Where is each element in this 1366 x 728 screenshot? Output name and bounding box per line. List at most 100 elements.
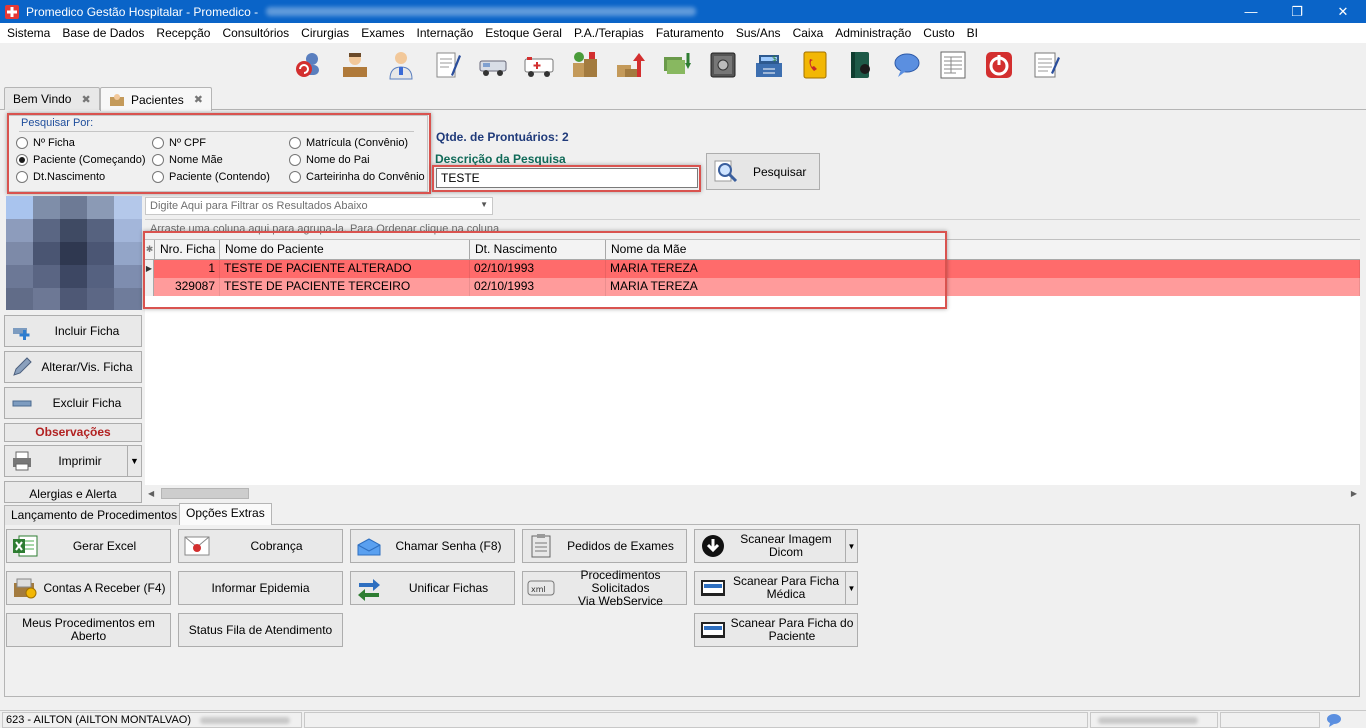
col-nro-ficha[interactable]: Nro. Ficha — [155, 240, 220, 260]
minimize-button[interactable]: — — [1228, 0, 1274, 23]
col-dt-nascimento[interactable]: Dt. Nascimento — [470, 240, 606, 260]
users-icon[interactable] — [293, 49, 325, 81]
informar-epidemia-button[interactable]: Informar Epidemia — [178, 571, 343, 605]
menu-sus-ans[interactable]: Sus/Ans — [731, 23, 788, 43]
title-blurred-info — [266, 7, 697, 16]
tab-opcoes-extras[interactable]: Opções Extras — [179, 503, 272, 525]
radio-nro-ficha[interactable]: Nº Ficha — [16, 137, 75, 149]
maximize-button[interactable]: ❐ — [1274, 0, 1320, 23]
scanear-ficha-paciente-button[interactable]: Scanear Para Ficha do Paciente — [694, 613, 858, 647]
button-label: Cobrança — [250, 538, 303, 553]
button-label: Imprimir — [58, 454, 102, 468]
scroll-thumb[interactable] — [161, 488, 249, 499]
scroll-left-icon[interactable]: ◀ — [148, 487, 154, 501]
menu-sistema[interactable]: Sistema — [2, 23, 57, 43]
button-label-line2: Paciente — [768, 629, 816, 643]
tab-pacientes[interactable]: Pacientes ✖ — [100, 87, 212, 111]
dropdown-arrow[interactable]: ▼ — [845, 572, 857, 604]
col-nome-paciente[interactable]: Nome do Paciente — [220, 240, 470, 260]
menu-consultorios[interactable]: Consultórios — [217, 23, 296, 43]
radio-nome-mae[interactable]: Nome Mãe — [152, 154, 223, 166]
pharmacy-boxes-icon[interactable] — [569, 49, 601, 81]
scanear-dicom-button[interactable]: Scanear Imagem Dicom ▼ — [694, 529, 858, 563]
search-by-group: Pesquisar Por: Nº Ficha Paciente (Começa… — [8, 115, 428, 192]
pedidos-exames-button[interactable]: Pedidos de Exames — [522, 529, 687, 563]
ambulance-car-icon[interactable] — [477, 49, 509, 81]
incluir-ficha-button[interactable]: Incluir Ficha — [4, 315, 142, 347]
table-row[interactable]: ▶ 1 TESTE DE PACIENTE ALTERADO 02/10/199… — [145, 260, 1360, 278]
alergias-alerta-button[interactable]: Alergias e Alerta — [4, 481, 142, 503]
doctor-icon[interactable] — [385, 49, 417, 81]
procedimentos-webservice-button[interactable]: xml Procedimentos Solicitados Via WebServ… — [522, 568, 687, 607]
close-tab-icon[interactable]: ✖ — [81, 93, 90, 106]
search-button[interactable]: Pesquisar — [706, 153, 820, 190]
group-by-hint: Arraste uma coluna aqui para agrupa-la. … — [150, 223, 500, 235]
menu-recepcao[interactable]: Recepção — [151, 23, 217, 43]
gerar-excel-button[interactable]: Gerar Excel — [6, 529, 171, 563]
book-icon[interactable] — [845, 49, 877, 81]
pen-document-icon[interactable] — [431, 49, 463, 81]
radio-paciente-comecando[interactable]: Paciente (Começando) — [16, 154, 146, 166]
svg-text:$: $ — [772, 54, 777, 63]
radio-cpf[interactable]: Nº CPF — [152, 137, 206, 149]
cash-register-icon[interactable]: $ — [753, 49, 785, 81]
search-input[interactable] — [436, 168, 698, 188]
menu-administracao[interactable]: Administração — [830, 23, 918, 43]
close-button[interactable]: ✕ — [1320, 0, 1366, 23]
menu-exames[interactable]: Exames — [356, 23, 411, 43]
stock-arrow-icon[interactable] — [615, 49, 647, 81]
unificar-fichas-button[interactable]: Unificar Fichas — [350, 571, 515, 605]
excluir-ficha-button[interactable]: Excluir Ficha — [4, 387, 142, 419]
contas-receber-button[interactable]: Contas A Receber (F4) — [6, 571, 171, 605]
scroll-right-icon[interactable]: ▶ — [1351, 487, 1357, 501]
button-label: Gerar Excel — [72, 538, 137, 553]
power-icon[interactable] — [983, 49, 1015, 81]
tab-label: Bem Vindo — [13, 92, 72, 106]
close-tab-icon[interactable]: ✖ — [194, 93, 203, 106]
tab-lancamento-procedimentos[interactable]: Lançamento de Procedimentos — [4, 505, 185, 525]
dropdown-arrow[interactable]: ▼ — [845, 530, 857, 562]
menu-bi[interactable]: BI — [962, 23, 985, 43]
menu-pa-terapias[interactable]: P.A./Terapias — [569, 23, 651, 43]
scanear-ficha-medica-button[interactable]: Scanear Para Ficha Médica ▼ — [694, 571, 858, 605]
alterar-ficha-button[interactable]: Alterar/Vis. Ficha — [4, 351, 142, 383]
download-money-icon[interactable] — [661, 49, 693, 81]
status-fila-button[interactable]: Status Fila de Atendimento — [178, 613, 343, 647]
menu-cirurgias[interactable]: Cirurgias — [296, 23, 356, 43]
notepad-icon[interactable] — [1029, 49, 1061, 81]
filter-results-combo[interactable]: Digite Aqui para Filtrar os Resultados A… — [145, 197, 493, 215]
menu-custo[interactable]: Custo — [918, 23, 961, 43]
button-label: Meus Procedimentos em Aberto — [22, 616, 155, 643]
chat-bubble-icon[interactable] — [891, 49, 923, 81]
chamar-senha-button[interactable]: Chamar Senha (F8) — [350, 529, 515, 563]
phone-book-icon[interactable] — [799, 49, 831, 81]
status-blurred-info — [200, 716, 291, 724]
menu-faturamento[interactable]: Faturamento — [651, 23, 731, 43]
form-icon[interactable] — [937, 49, 969, 81]
scanner-icon — [701, 622, 725, 638]
chat-status-icon[interactable] — [1326, 713, 1342, 727]
table-row[interactable]: 329087 TESTE DE PACIENTE TERCEIRO 02/10/… — [145, 278, 1360, 296]
menu-caixa[interactable]: Caixa — [788, 23, 831, 43]
observacoes-button[interactable]: Observações — [4, 423, 142, 442]
imprimir-button[interactable]: Imprimir ▼ — [4, 445, 142, 477]
radio-carteirinha-convenio[interactable]: Carteirinha do Convênio — [289, 171, 425, 183]
cobranca-button[interactable]: Cobrança — [178, 529, 343, 563]
radio-paciente-contendo[interactable]: Paciente (Contendo) — [152, 171, 270, 183]
excel-icon — [13, 535, 38, 557]
radio-dt-nascimento[interactable]: Dt.Nascimento — [16, 171, 105, 183]
safe-icon[interactable] — [707, 49, 739, 81]
menu-estoque-geral[interactable]: Estoque Geral — [480, 23, 569, 43]
tab-bem-vindo[interactable]: Bem Vindo ✖ — [4, 87, 100, 110]
radio-matricula-convenio[interactable]: Matrícula (Convênio) — [289, 137, 408, 149]
ambulance-icon[interactable] — [523, 49, 555, 81]
menu-base-de-dados[interactable]: Base de Dados — [57, 23, 151, 43]
reception-icon[interactable] — [339, 49, 371, 81]
horizontal-scrollbar[interactable]: ◀ ▶ — [145, 487, 1360, 501]
menu-internacao[interactable]: Internação — [412, 23, 481, 43]
col-nome-mae[interactable]: Nome da Mãe — [606, 240, 1360, 260]
meus-procedimentos-button[interactable]: Meus Procedimentos em Aberto — [6, 613, 171, 647]
record-count: Qtde. de Prontuários: 2 — [436, 130, 569, 144]
imprimir-dropdown-arrow[interactable]: ▼ — [127, 446, 141, 476]
radio-nome-pai[interactable]: Nome do Pai — [289, 154, 370, 166]
